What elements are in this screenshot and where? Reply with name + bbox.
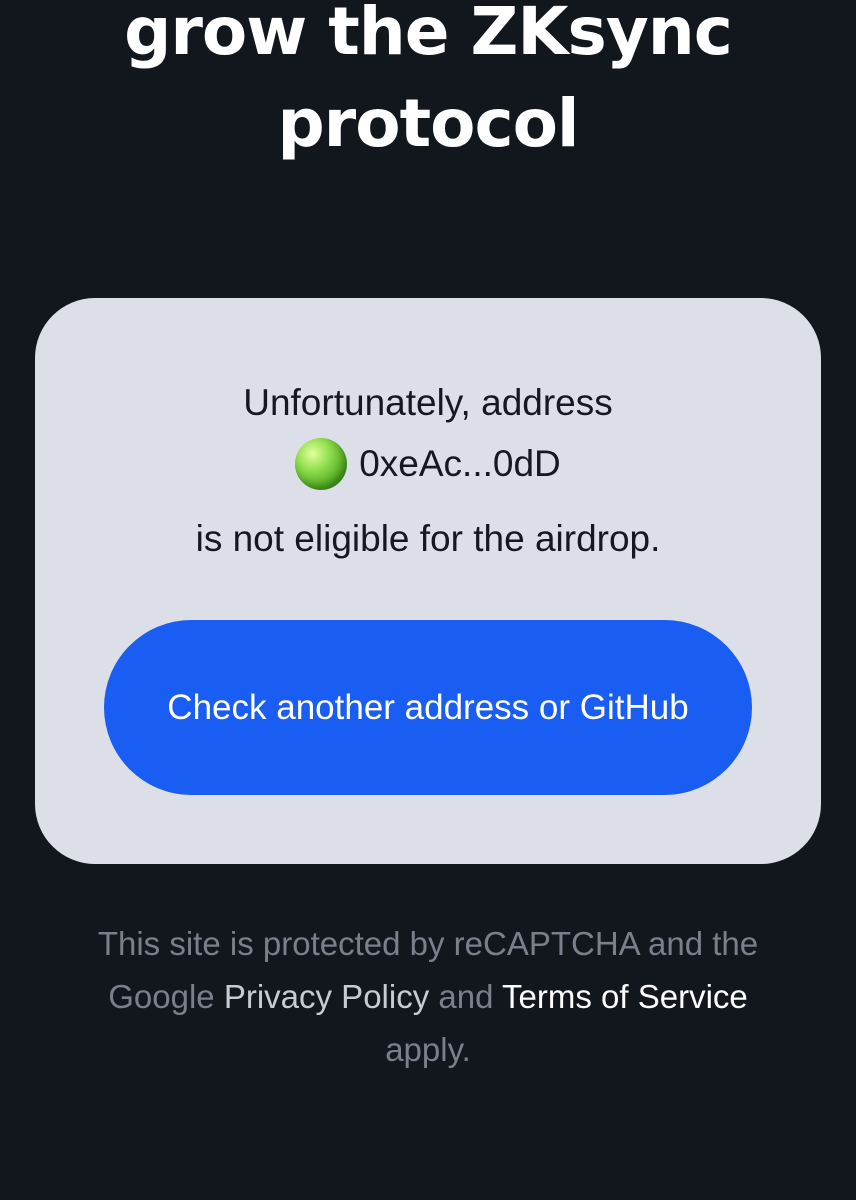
eligibility-page: grow the ZKsync protocol Unfortunately, … <box>0 0 856 1200</box>
recaptcha-text: This site is protected by reCAPTCHA and … <box>97 925 759 962</box>
check-another-address-button[interactable]: Check another address or GitHub <box>104 620 752 795</box>
apply-text: apply. <box>385 1031 471 1068</box>
policy-line: Google Privacy Policy and Terms of Servi… <box>0 970 856 1023</box>
heading-line: grow the ZKsync <box>124 0 733 71</box>
terms-of-service-link[interactable]: Terms of Service <box>502 978 748 1015</box>
button-label: Check another address or GitHub <box>167 687 689 727</box>
wallet-address: 0xeAc...0dD <box>359 443 561 484</box>
and-text: and <box>438 978 494 1015</box>
google-text: Google <box>108 978 215 1015</box>
eligibility-message: Unfortunately, address 0xeAc...0dD is no… <box>0 372 856 569</box>
address-line: 0xeAc...0dD <box>0 433 856 508</box>
heading-line: protocol <box>277 85 579 163</box>
recaptcha-notice: This site is protected by reCAPTCHA and … <box>0 917 856 1076</box>
wallet-address-row: 0xeAc...0dD <box>295 433 561 494</box>
privacy-policy-link[interactable]: Privacy Policy <box>224 978 429 1015</box>
message-line: Unfortunately, address <box>243 382 613 423</box>
page-heading: grow the ZKsync protocol <box>0 0 856 170</box>
message-line: is not eligible for the airdrop. <box>195 517 661 559</box>
wallet-avatar-icon <box>295 437 348 490</box>
